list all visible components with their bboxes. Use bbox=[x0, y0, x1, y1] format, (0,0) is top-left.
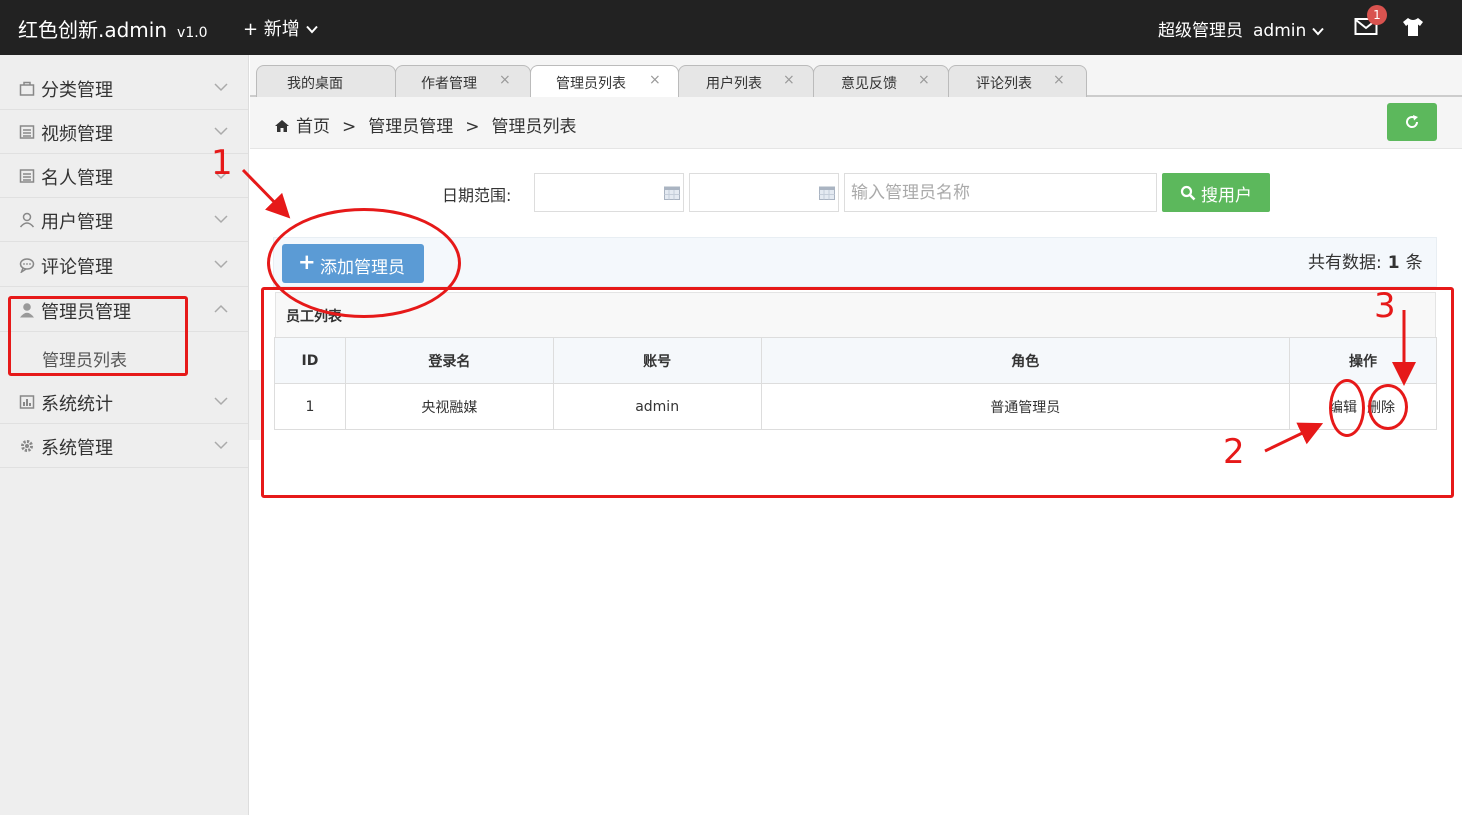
arrow-1 bbox=[241, 168, 291, 219]
annotation-arrows bbox=[241, 168, 1416, 453]
arrow-2 bbox=[1264, 422, 1324, 453]
